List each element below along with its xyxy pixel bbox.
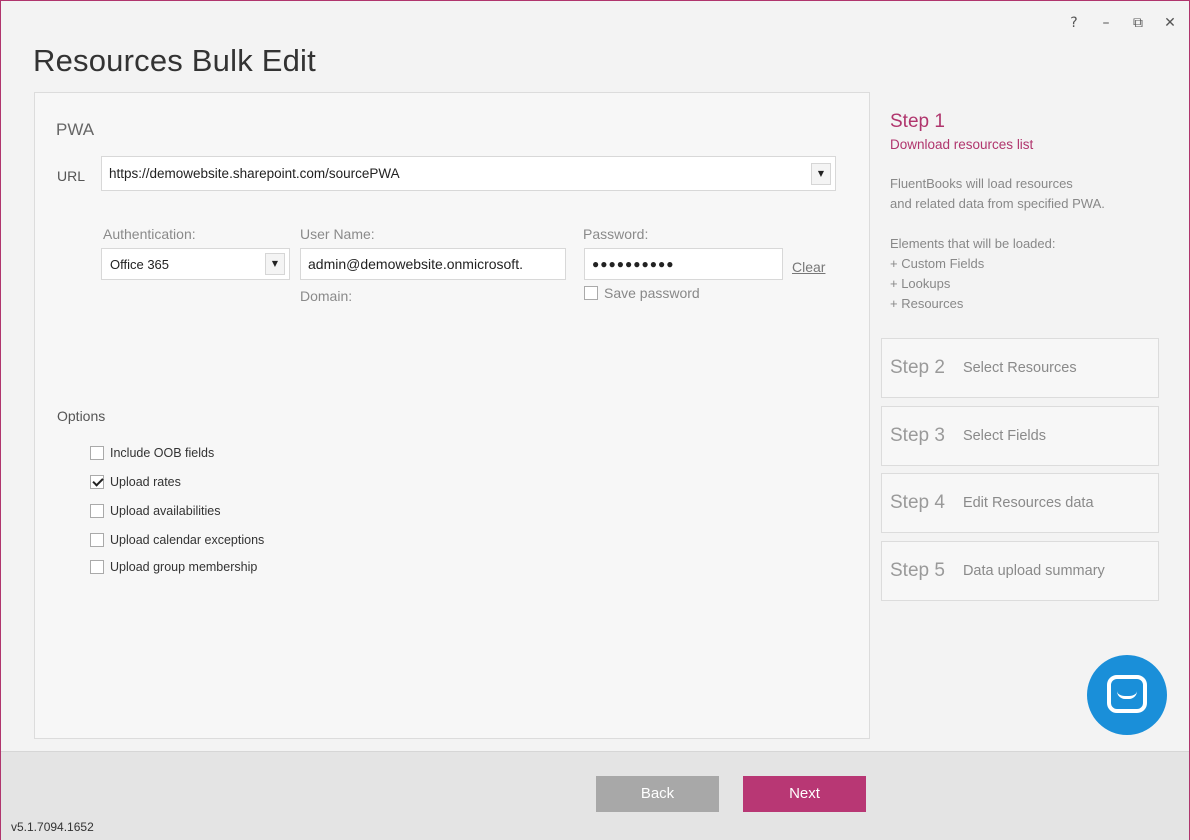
app-window: ? – ⧉ ✕ Resources Bulk Edit PWA URL http… bbox=[0, 0, 1190, 840]
back-button[interactable]: Back bbox=[596, 776, 719, 812]
step-number: Step 5 bbox=[890, 560, 945, 581]
domain-label: Domain: bbox=[300, 288, 353, 304]
checkbox-checked-icon[interactable] bbox=[90, 475, 104, 489]
url-value: https://demowebsite.sharepoint.com/sourc… bbox=[109, 166, 400, 181]
url-label: URL bbox=[57, 168, 86, 184]
authentication-select[interactable]: Office 365 ▼ bbox=[101, 248, 290, 280]
clear-link[interactable]: Clear bbox=[792, 259, 825, 275]
option-label: Upload availabilities bbox=[110, 504, 221, 518]
step1-desc-line: and related data from specified PWA. bbox=[890, 196, 1105, 211]
authentication-label: Authentication: bbox=[103, 226, 196, 242]
section-title-pwa: PWA bbox=[56, 120, 95, 139]
version-label: v5.1.7094.1652 bbox=[11, 820, 94, 834]
option-include-oob-fields[interactable]: Include OOB fields bbox=[90, 446, 214, 460]
username-label: User Name: bbox=[300, 226, 375, 242]
step-number: Step 2 bbox=[890, 357, 945, 378]
chevron-down-icon[interactable]: ▼ bbox=[811, 163, 831, 185]
option-label: Include OOB fields bbox=[110, 446, 215, 460]
step2-box[interactable]: Step 2 Select Resources bbox=[881, 338, 1159, 398]
username-input[interactable]: admin@demowebsite.onmicrosoft. bbox=[300, 248, 566, 280]
option-label: Upload rates bbox=[110, 475, 181, 489]
chat-button[interactable] bbox=[1087, 655, 1167, 735]
element-item: + Lookups bbox=[890, 276, 951, 291]
page-title: Resources Bulk Edit bbox=[33, 43, 316, 78]
step1-subtitle: Download resources list bbox=[890, 137, 1034, 152]
step1-elements: Elements that will be loaded: + Custom F… bbox=[890, 234, 1161, 314]
authentication-value: Office 365 bbox=[110, 257, 170, 272]
chevron-down-icon[interactable]: ▼ bbox=[265, 253, 285, 275]
save-password-checkbox[interactable]: Save password bbox=[584, 285, 700, 301]
url-combobox[interactable]: https://demowebsite.sharepoint.com/sourc… bbox=[101, 156, 836, 191]
element-item: + Resources bbox=[890, 296, 964, 311]
option-upload-availabilities[interactable]: Upload availabilities bbox=[90, 504, 220, 518]
password-label: Password: bbox=[583, 226, 649, 242]
option-upload-rates[interactable]: Upload rates bbox=[90, 475, 181, 489]
elements-title: Elements that will be loaded: bbox=[890, 236, 1056, 251]
step1-title: Step 1 bbox=[890, 111, 945, 132]
password-input[interactable]: ●●●●●●●●●● bbox=[584, 248, 783, 280]
restore-icon[interactable]: ⧉ bbox=[1131, 15, 1145, 31]
step3-box[interactable]: Step 3 Select Fields bbox=[881, 406, 1159, 466]
option-label: Upload calendar exceptions bbox=[110, 533, 265, 547]
steps-panel: Step 1 Download resources list FluentBoo… bbox=[881, 101, 1161, 314]
checkbox-icon[interactable] bbox=[584, 286, 598, 300]
step-number: Step 4 bbox=[890, 492, 945, 513]
step-label: Select Fields bbox=[962, 428, 1046, 444]
step4-box[interactable]: Step 4 Edit Resources data bbox=[881, 473, 1159, 533]
option-label: Upload group membership bbox=[110, 560, 258, 574]
option-upload-calendar-exceptions[interactable]: Upload calendar exceptions bbox=[90, 533, 264, 547]
step-label: Edit Resources data bbox=[962, 495, 1094, 511]
step-number: Step 3 bbox=[890, 425, 945, 446]
step1-desc-line: FluentBooks will load resources bbox=[890, 176, 1073, 191]
next-button[interactable]: Next bbox=[743, 776, 866, 812]
close-icon[interactable]: ✕ bbox=[1163, 15, 1177, 31]
window-controls: ? – ⧉ ✕ bbox=[1067, 15, 1177, 31]
checkbox-icon[interactable] bbox=[90, 446, 104, 460]
step-label: Data upload summary bbox=[962, 563, 1105, 579]
save-password-label: Save password bbox=[604, 285, 700, 301]
checkbox-icon[interactable] bbox=[90, 533, 104, 547]
step1-description: FluentBooks will load resources and rela… bbox=[890, 174, 1161, 214]
footer-bar: Back Next v5.1.7094.1652 bbox=[1, 751, 1189, 840]
checkbox-icon[interactable] bbox=[90, 560, 104, 574]
step-label: Select Resources bbox=[962, 360, 1077, 376]
help-icon[interactable]: ? bbox=[1067, 15, 1081, 31]
main-panel: PWA URL https://demowebsite.sharepoint.c… bbox=[34, 92, 870, 739]
minimize-icon[interactable]: – bbox=[1099, 15, 1113, 31]
options-title: Options bbox=[57, 408, 106, 424]
element-item: + Custom Fields bbox=[890, 256, 985, 271]
option-upload-group-membership[interactable]: Upload group membership bbox=[90, 560, 257, 574]
checkbox-icon[interactable] bbox=[90, 504, 104, 518]
step5-box[interactable]: Step 5 Data upload summary bbox=[881, 541, 1159, 601]
